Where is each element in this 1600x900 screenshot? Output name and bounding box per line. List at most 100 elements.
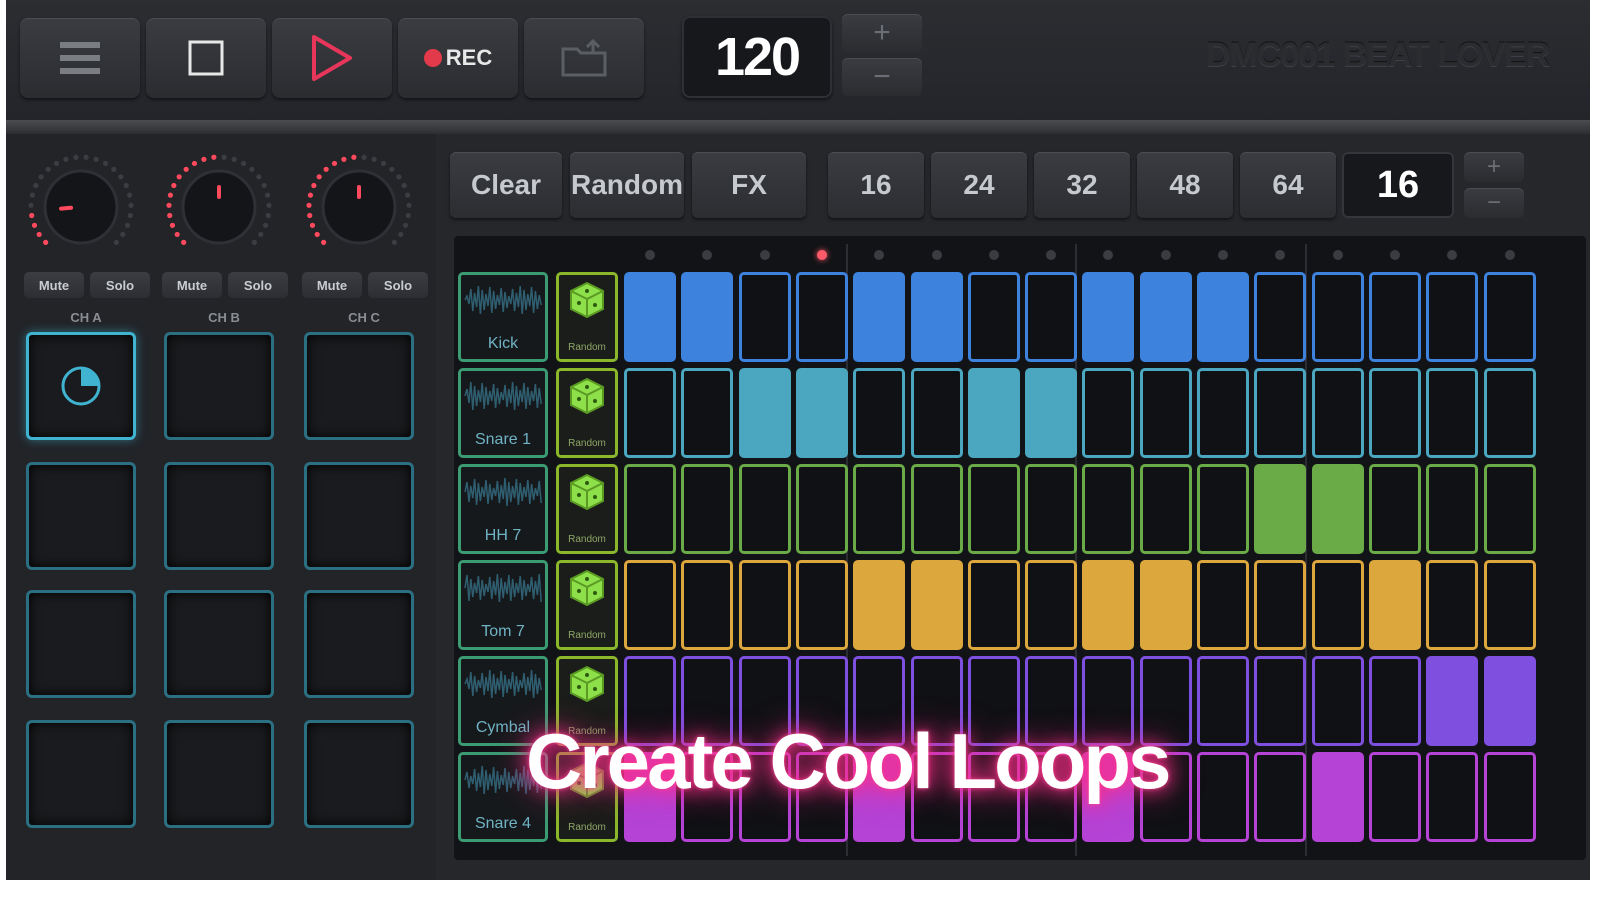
step-cell[interactable] bbox=[1139, 272, 1192, 362]
step-cell[interactable] bbox=[795, 560, 848, 650]
length-button-48[interactable]: 48 bbox=[1137, 152, 1233, 218]
pattern-length-display[interactable]: 16 bbox=[1342, 152, 1454, 218]
solo-button[interactable]: Solo bbox=[368, 272, 428, 298]
step-cell[interactable] bbox=[1025, 272, 1078, 362]
step-cell[interactable] bbox=[624, 368, 676, 458]
drum-pad[interactable] bbox=[26, 590, 136, 698]
solo-button[interactable]: Solo bbox=[228, 272, 288, 298]
step-cell[interactable] bbox=[1139, 560, 1192, 650]
bpm-display[interactable]: 120 bbox=[682, 16, 832, 98]
step-cell[interactable] bbox=[1082, 272, 1135, 362]
length-increase-button[interactable]: + bbox=[1464, 152, 1524, 182]
step-cell[interactable] bbox=[1139, 464, 1192, 554]
step-cell[interactable] bbox=[1426, 368, 1479, 458]
step-cell[interactable] bbox=[1197, 272, 1249, 362]
drum-pad[interactable] bbox=[304, 332, 414, 440]
track-sample-button[interactable]: Snare 1 bbox=[458, 368, 548, 458]
step-cell[interactable] bbox=[624, 464, 676, 554]
step-cell[interactable] bbox=[1483, 560, 1536, 650]
drum-pad[interactable] bbox=[164, 720, 274, 828]
length-decrease-button[interactable]: − bbox=[1464, 188, 1524, 218]
step-cell[interactable] bbox=[910, 272, 963, 362]
track-sample-button[interactable]: Tom 7 bbox=[458, 560, 548, 650]
step-cell[interactable] bbox=[1197, 368, 1249, 458]
step-cell[interactable] bbox=[967, 464, 1020, 554]
step-cell[interactable] bbox=[1197, 656, 1249, 746]
knob-ch-b[interactable] bbox=[162, 150, 276, 264]
open-file-button[interactable] bbox=[524, 18, 644, 98]
step-cell[interactable] bbox=[1025, 560, 1078, 650]
step-cell[interactable] bbox=[853, 272, 906, 362]
step-cell[interactable] bbox=[795, 368, 848, 458]
step-cell[interactable] bbox=[1311, 368, 1364, 458]
step-cell[interactable] bbox=[681, 272, 734, 362]
step-cell[interactable] bbox=[1426, 560, 1479, 650]
random-button[interactable]: Random bbox=[570, 152, 684, 218]
step-cell[interactable] bbox=[1082, 368, 1135, 458]
step-cell[interactable] bbox=[1254, 368, 1307, 458]
step-cell[interactable] bbox=[1368, 464, 1421, 554]
step-cell[interactable] bbox=[1254, 272, 1307, 362]
drum-pad[interactable] bbox=[26, 720, 136, 828]
menu-button[interactable] bbox=[20, 18, 140, 98]
step-cell[interactable] bbox=[1254, 464, 1307, 554]
step-cell[interactable] bbox=[1025, 464, 1078, 554]
step-cell[interactable] bbox=[1426, 752, 1479, 842]
step-cell[interactable] bbox=[1254, 752, 1307, 842]
step-cell[interactable] bbox=[910, 464, 963, 554]
bpm-decrease-button[interactable]: − bbox=[842, 58, 922, 96]
step-cell[interactable] bbox=[1368, 368, 1421, 458]
step-cell[interactable] bbox=[1426, 656, 1479, 746]
mute-button[interactable]: Mute bbox=[302, 272, 362, 298]
knob-ch-a[interactable] bbox=[24, 150, 138, 264]
step-cell[interactable] bbox=[795, 464, 848, 554]
fx-button[interactable]: FX bbox=[692, 152, 806, 218]
step-cell[interactable] bbox=[1197, 560, 1249, 650]
length-button-32[interactable]: 32 bbox=[1034, 152, 1130, 218]
step-cell[interactable] bbox=[1254, 560, 1307, 650]
step-cell[interactable] bbox=[795, 272, 848, 362]
mute-button[interactable]: Mute bbox=[162, 272, 222, 298]
step-cell[interactable] bbox=[1483, 272, 1536, 362]
track-random-button[interactable]: Random bbox=[556, 272, 618, 362]
step-cell[interactable] bbox=[1197, 464, 1249, 554]
step-cell[interactable] bbox=[624, 560, 676, 650]
step-cell[interactable] bbox=[1025, 368, 1078, 458]
step-cell[interactable] bbox=[738, 272, 791, 362]
step-cell[interactable] bbox=[967, 368, 1020, 458]
stop-button[interactable] bbox=[146, 18, 266, 98]
step-cell[interactable] bbox=[910, 368, 963, 458]
track-random-button[interactable]: Random bbox=[556, 368, 618, 458]
step-cell[interactable] bbox=[681, 368, 734, 458]
step-cell[interactable] bbox=[967, 272, 1020, 362]
step-cell[interactable] bbox=[1426, 272, 1479, 362]
drum-pad[interactable] bbox=[304, 462, 414, 570]
step-cell[interactable] bbox=[1311, 560, 1364, 650]
knob-ch-c[interactable] bbox=[302, 150, 416, 264]
drum-pad[interactable] bbox=[304, 720, 414, 828]
drum-pad[interactable] bbox=[26, 332, 136, 440]
step-cell[interactable] bbox=[624, 272, 676, 362]
step-cell[interactable] bbox=[1368, 656, 1421, 746]
step-cell[interactable] bbox=[853, 368, 906, 458]
step-cell[interactable] bbox=[1197, 752, 1249, 842]
bpm-increase-button[interactable]: + bbox=[842, 14, 922, 52]
play-button[interactable] bbox=[272, 18, 392, 98]
step-cell[interactable] bbox=[1483, 656, 1536, 746]
solo-button[interactable]: Solo bbox=[90, 272, 150, 298]
step-cell[interactable] bbox=[1483, 752, 1536, 842]
step-cell[interactable] bbox=[853, 464, 906, 554]
track-random-button[interactable]: Random bbox=[556, 464, 618, 554]
track-sample-button[interactable]: HH 7 bbox=[458, 464, 548, 554]
clear-button[interactable]: Clear bbox=[450, 152, 562, 218]
record-button[interactable]: REC bbox=[398, 18, 518, 98]
drum-pad[interactable] bbox=[164, 590, 274, 698]
step-cell[interactable] bbox=[738, 560, 791, 650]
mute-button[interactable]: Mute bbox=[24, 272, 84, 298]
length-button-24[interactable]: 24 bbox=[931, 152, 1027, 218]
step-cell[interactable] bbox=[738, 368, 791, 458]
step-cell[interactable] bbox=[1483, 464, 1536, 554]
drum-pad[interactable] bbox=[164, 462, 274, 570]
drum-pad[interactable] bbox=[304, 590, 414, 698]
step-cell[interactable] bbox=[1311, 656, 1364, 746]
